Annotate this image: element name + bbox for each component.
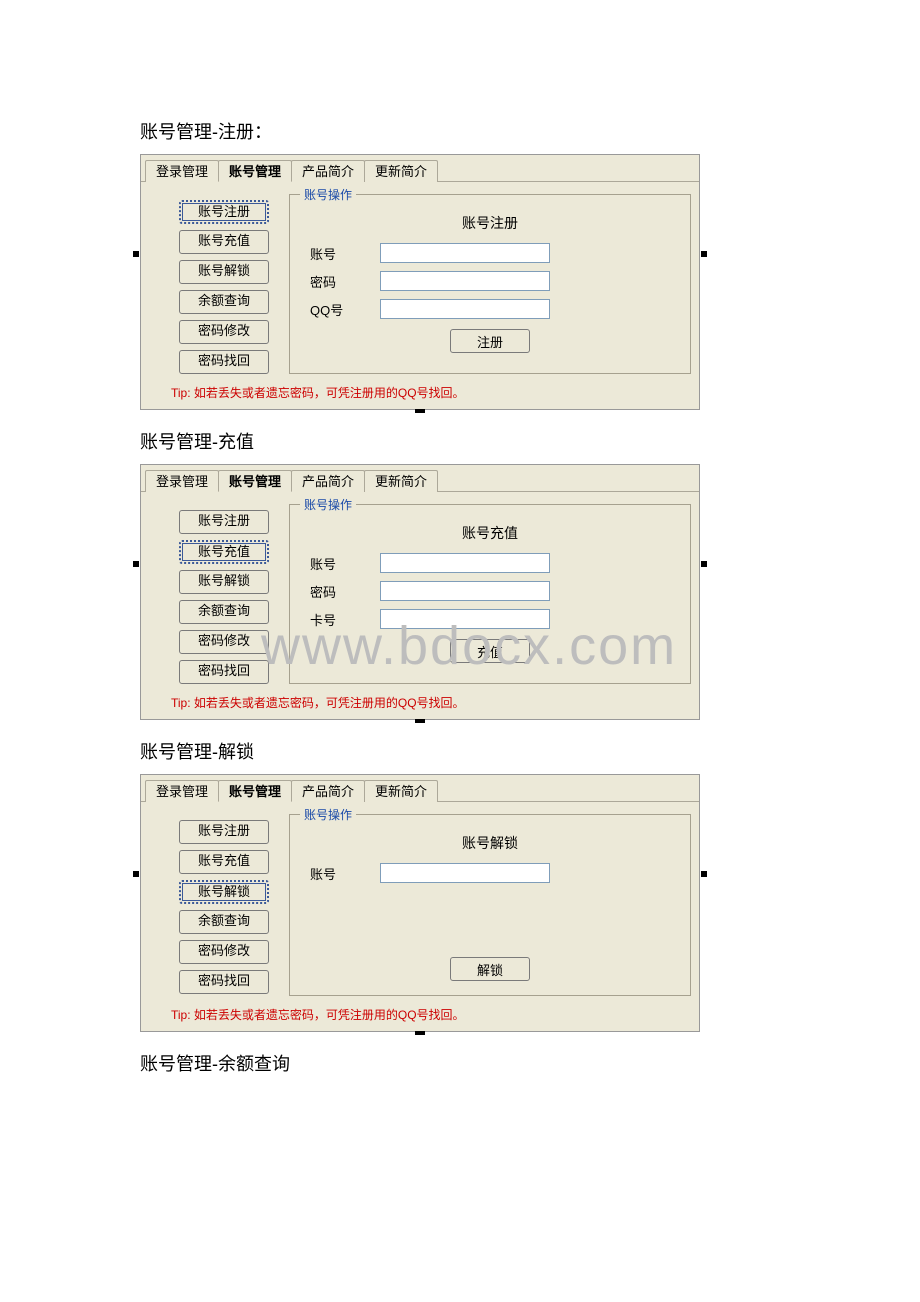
side-btn-pwd-recover[interactable]: 密码找回 bbox=[179, 660, 269, 684]
crop-mark bbox=[415, 1031, 425, 1035]
submit-recharge[interactable]: 充值 bbox=[450, 639, 530, 663]
crop-mark bbox=[133, 251, 139, 257]
tab-account-mgmt[interactable]: 账号管理 bbox=[218, 780, 292, 802]
tabs-row: 登录管理 账号管理 产品简介 更新简介 bbox=[141, 155, 699, 182]
side-btn-balance[interactable]: 余额查询 bbox=[179, 290, 269, 314]
label-account: 账号 bbox=[310, 864, 360, 883]
tabs-row: 登录管理 账号管理 产品简介 更新简介 bbox=[141, 465, 699, 492]
label-card: 卡号 bbox=[310, 610, 360, 629]
tabs-row: 登录管理 账号管理 产品简介 更新简介 bbox=[141, 775, 699, 802]
tab-product-intro[interactable]: 产品简介 bbox=[291, 780, 365, 802]
tab-account-mgmt[interactable]: 账号管理 bbox=[218, 160, 292, 182]
submit-register[interactable]: 注册 bbox=[450, 329, 530, 353]
side-btn-register[interactable]: 账号注册 bbox=[179, 510, 269, 534]
side-btn-register[interactable]: 账号注册 bbox=[179, 820, 269, 844]
side-btn-balance[interactable]: 余额查询 bbox=[179, 910, 269, 934]
label-password: 密码 bbox=[310, 582, 360, 601]
tab-product-intro[interactable]: 产品简介 bbox=[291, 160, 365, 182]
tip-row: Tip: 如若丢失或者遗忘密码，可凭注册用的QQ号找回。 bbox=[141, 690, 699, 719]
side-buttons: 账号注册 账号充值 账号解锁 余额查询 密码修改 密码找回 bbox=[149, 190, 279, 374]
crop-mark bbox=[701, 561, 707, 567]
tab-update-intro[interactable]: 更新简介 bbox=[364, 470, 438, 492]
crop-mark bbox=[701, 251, 707, 257]
side-btn-pwd-modify[interactable]: 密码修改 bbox=[179, 630, 269, 654]
label-qq: QQ号 bbox=[310, 300, 360, 319]
tip-row: Tip: 如若丢失或者遗忘密码，可凭注册用的QQ号找回。 bbox=[141, 380, 699, 409]
side-btn-unlock[interactable]: 账号解锁 bbox=[179, 570, 269, 594]
input-card[interactable] bbox=[380, 609, 550, 629]
side-buttons: 账号注册 账号充值 账号解锁 余额查询 密码修改 密码找回 bbox=[149, 810, 279, 996]
group-legend: 账号操作 bbox=[300, 496, 356, 513]
tab-login-mgmt[interactable]: 登录管理 bbox=[145, 160, 219, 182]
section-title-register: 账号管理-注册： bbox=[140, 118, 780, 144]
side-btn-recharge[interactable]: 账号充值 bbox=[179, 850, 269, 874]
side-btn-pwd-modify[interactable]: 密码修改 bbox=[179, 940, 269, 964]
crop-mark bbox=[133, 871, 139, 877]
label-account: 账号 bbox=[310, 244, 360, 263]
app-panel-unlock: 登录管理 账号管理 产品简介 更新简介 账号注册 账号充值 账号解锁 余额查询 … bbox=[140, 774, 700, 1032]
side-btn-register[interactable]: 账号注册 bbox=[179, 200, 269, 224]
side-btn-unlock[interactable]: 账号解锁 bbox=[179, 260, 269, 284]
side-btn-balance[interactable]: 余额查询 bbox=[179, 600, 269, 624]
tab-update-intro[interactable]: 更新简介 bbox=[364, 160, 438, 182]
crop-mark bbox=[701, 871, 707, 877]
side-btn-pwd-recover[interactable]: 密码找回 bbox=[179, 350, 269, 374]
label-account: 账号 bbox=[310, 554, 360, 573]
label-password: 密码 bbox=[310, 272, 360, 291]
input-account[interactable] bbox=[380, 243, 550, 263]
side-btn-unlock[interactable]: 账号解锁 bbox=[179, 880, 269, 904]
tab-login-mgmt[interactable]: 登录管理 bbox=[145, 470, 219, 492]
side-btn-recharge[interactable]: 账号充值 bbox=[179, 540, 269, 564]
tab-product-intro[interactable]: 产品简介 bbox=[291, 470, 365, 492]
section-title-unlock: 账号管理-解锁 bbox=[140, 738, 780, 764]
submit-unlock[interactable]: 解锁 bbox=[450, 957, 530, 981]
form-title: 账号解锁 bbox=[310, 833, 670, 853]
side-btn-pwd-recover[interactable]: 密码找回 bbox=[179, 970, 269, 994]
input-password[interactable] bbox=[380, 581, 550, 601]
groupbox-account-op: 账号操作 账号注册 账号 密码 QQ号 注册 bbox=[289, 194, 691, 374]
form-title: 账号充值 bbox=[310, 523, 670, 543]
section-title-recharge: 账号管理-充值 bbox=[140, 428, 780, 454]
side-buttons: 账号注册 账号充值 账号解锁 余额查询 密码修改 密码找回 bbox=[149, 500, 279, 684]
input-qq[interactable] bbox=[380, 299, 550, 319]
crop-mark bbox=[415, 719, 425, 723]
tab-account-mgmt[interactable]: 账号管理 bbox=[218, 470, 292, 492]
app-panel-register: 登录管理 账号管理 产品简介 更新简介 账号注册 账号充值 账号解锁 余额查询 … bbox=[140, 154, 700, 410]
groupbox-account-op: 账号操作 账号解锁 账号 解锁 bbox=[289, 814, 691, 996]
group-legend: 账号操作 bbox=[300, 186, 356, 203]
input-account[interactable] bbox=[380, 863, 550, 883]
group-legend: 账号操作 bbox=[300, 806, 356, 823]
input-account[interactable] bbox=[380, 553, 550, 573]
form-title: 账号注册 bbox=[310, 213, 670, 233]
tab-update-intro[interactable]: 更新简介 bbox=[364, 780, 438, 802]
side-btn-pwd-modify[interactable]: 密码修改 bbox=[179, 320, 269, 344]
crop-mark bbox=[415, 409, 425, 413]
section-title-balance: 账号管理-余额查询 bbox=[140, 1050, 780, 1076]
app-panel-recharge: www.bdocx.com 登录管理 账号管理 产品简介 更新简介 账号注册 账… bbox=[140, 464, 700, 720]
side-btn-recharge[interactable]: 账号充值 bbox=[179, 230, 269, 254]
input-password[interactable] bbox=[380, 271, 550, 291]
crop-mark bbox=[133, 561, 139, 567]
tip-row: Tip: 如若丢失或者遗忘密码，可凭注册用的QQ号找回。 bbox=[141, 1002, 699, 1031]
groupbox-account-op: 账号操作 账号充值 账号 密码 卡号 充值 bbox=[289, 504, 691, 684]
tab-login-mgmt[interactable]: 登录管理 bbox=[145, 780, 219, 802]
